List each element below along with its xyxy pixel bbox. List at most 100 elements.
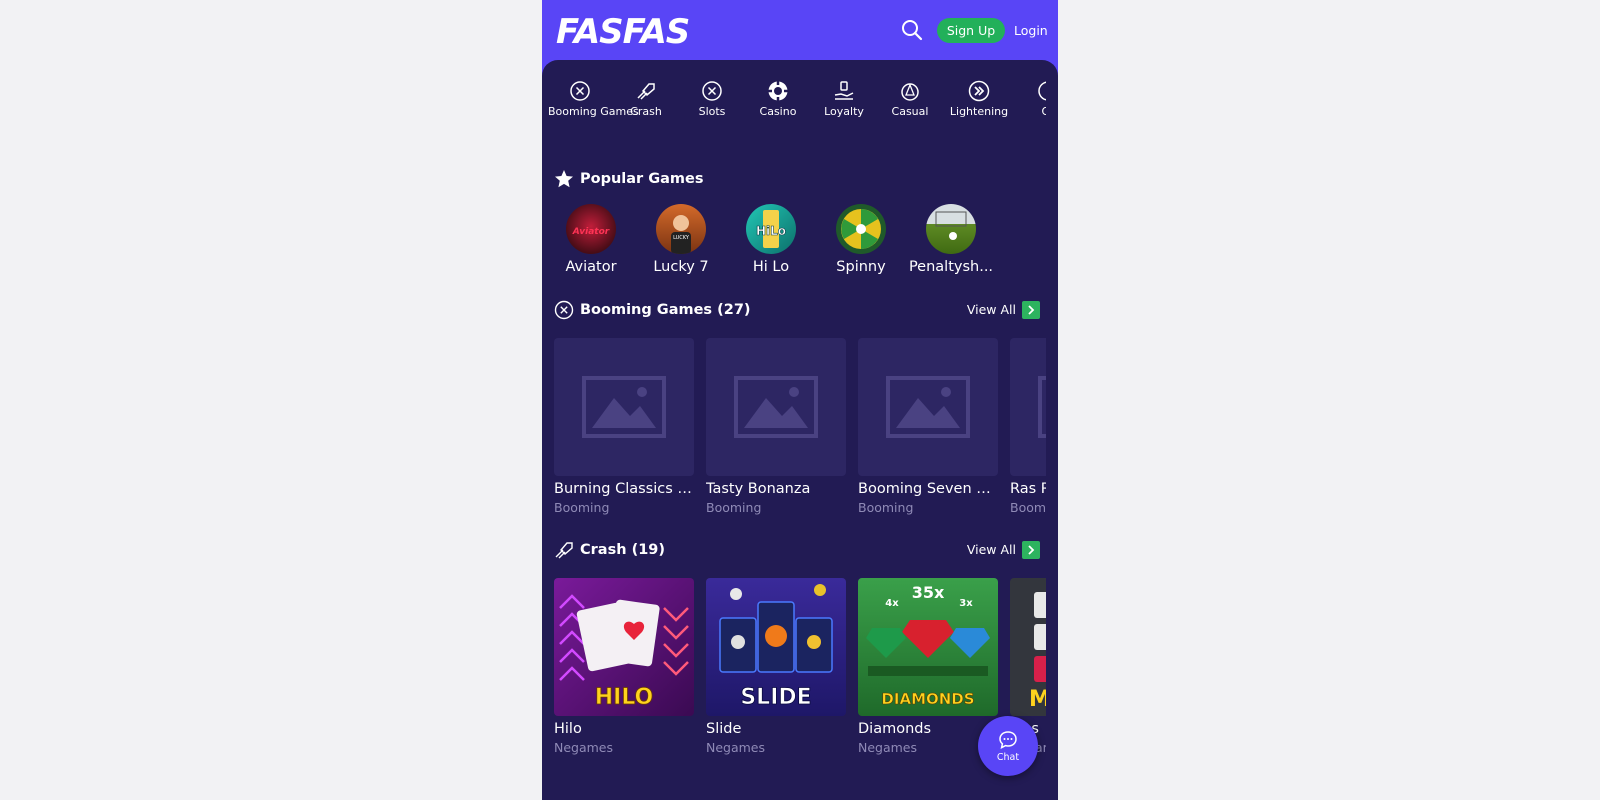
svg-text:35x: 35x [912,583,945,602]
game-avatar [836,204,886,254]
game-card[interactable]: SLIDE Slide Negames [706,578,846,755]
svg-text:HILO: HILO [595,685,654,710]
game-name: Spinny [836,259,886,275]
game-name: Aviator [565,259,617,275]
popular-game-aviator[interactable]: Aviator Aviator [545,204,637,275]
category-other[interactable]: Ot [1016,80,1046,118]
game-avatar [926,204,976,254]
top-bar: FASFAS Sign Up Login [542,0,1058,62]
game-thumbnail: M [1010,578,1046,716]
svg-text:HiLo: HiLo [756,224,786,238]
game-card[interactable]: Ras R Boom [1010,338,1046,515]
category-casual[interactable]: Casual [878,80,942,118]
chat-button[interactable]: Chat [978,716,1038,776]
game-thumbnail: HILO [554,578,694,716]
game-card[interactable]: Burning Classics 5... Booming [554,338,694,515]
game-provider: Negames [706,740,766,755]
svg-text:Aviator: Aviator [572,227,610,237]
svg-text:4x: 4x [885,598,899,609]
game-provider: Booming [554,500,610,515]
game-name: Penaltysh... [908,259,994,275]
game-name: Lucky 7 [653,259,709,275]
chevron-right-icon [1022,301,1040,319]
game-thumbnail: 35x 4x 3x DIAMONDS [858,578,998,716]
game-card[interactable]: Booming Seven D... Booming [858,338,998,515]
category-booming-games[interactable]: Booming Games [548,80,639,118]
category-loyalty[interactable]: Loyalty [812,80,876,118]
category-label: Loyalty [824,105,864,118]
game-title: Booming Seven D... [858,481,998,497]
game-provider: Booming [858,500,914,515]
game-card[interactable]: Tasty Bonanza Booming [706,338,846,515]
sign-up-button[interactable]: Sign Up [937,18,1005,43]
game-title: Ras R [1010,481,1046,497]
svg-text:FASFAS: FASFAS [556,12,689,48]
game-card[interactable]: HILO Hilo Negames [554,578,694,755]
view-all-label: View All [966,542,1016,557]
category-lightening[interactable]: Lightening [944,80,1014,118]
image-placeholder-icon [734,376,818,438]
category-slots[interactable]: Slots [680,80,744,118]
popular-game-spinny[interactable]: Spinny [815,204,907,275]
popular-games-title: Popular Games [554,168,704,190]
chat-label: Chat [996,752,1020,763]
game-avatar: Aviator [566,204,616,254]
section-title-text: Booming Games (27) [580,302,751,318]
crash-games-row: HILO Hilo Negames SLIDE Slide Negames 35… [554,578,1046,758]
popular-game-penaltyshoot[interactable]: Penaltysh... [905,204,997,275]
game-avatar: LUCKY [656,204,706,254]
game-title: Diamonds [858,721,932,737]
category-label: Ot [1041,105,1047,118]
other-icon [1038,81,1046,101]
category-label: Casino [759,105,797,118]
game-provider: Negames [858,740,918,755]
category-label: Casual [891,105,929,118]
image-placeholder-icon [582,376,666,438]
game-title: Hilo [554,721,582,737]
game-avatar: HiLo [746,204,796,254]
slots-icon [702,81,722,101]
svg-text:3x: 3x [959,598,973,609]
booming-view-all-button[interactable]: View All [967,301,1040,319]
rocket-icon [637,83,655,100]
fasfas-logo[interactable]: FASFAS [554,12,754,48]
svg-text:M: M [1029,687,1046,712]
image-placeholder-icon [1038,376,1046,438]
casino-chip-icon [768,81,788,101]
category-crash[interactable]: Crash [614,80,678,118]
view-all-label: View All [966,302,1016,317]
booming-games-row: Burning Classics 5... Booming Tasty Bona… [554,338,1046,518]
search-icon[interactable] [900,18,924,42]
loyalty-icon [834,81,854,100]
game-thumbnail-placeholder [1010,338,1046,476]
game-provider: Booming [706,500,762,515]
svg-text:DIAMONDS: DIAMONDS [881,690,974,708]
rocket-icon [555,542,573,559]
category-strip[interactable]: Booming Games Crash Slots Casino Loyalty… [548,80,1046,140]
game-provider: Negames [554,740,614,755]
section-title-text: Crash (19) [580,542,666,558]
booming-icon [570,81,590,101]
game-thumbnail-placeholder [706,338,846,476]
game-title: Slide [706,721,742,737]
category-casino[interactable]: Casino [746,80,810,118]
chat-bubble-icon [999,731,1017,749]
chevron-right-icon [1022,541,1040,559]
game-title: Burning Classics 5... [554,481,694,497]
popular-game-lucky-7[interactable]: LUCKY Lucky 7 [635,204,727,275]
crash-title: Crash (19) [554,539,665,561]
popular-game-hi-lo[interactable]: HiLo Hi Lo [725,204,817,275]
lightening-icon [968,80,990,102]
game-card[interactable]: 35x 4x 3x DIAMONDS Diamonds Negames [858,578,998,755]
booming-icon [554,300,574,320]
category-label: Crash [630,105,662,118]
main-panel: Booming Games Crash Slots Casino Loyalty… [542,60,1058,800]
crash-view-all-button[interactable]: View All [967,541,1040,559]
game-thumbnail: SLIDE [706,578,846,716]
login-link[interactable]: Login [1014,18,1048,43]
app-frame: FASFAS Sign Up Login Booming Games Crash… [542,0,1058,800]
star-icon [555,170,573,188]
booming-games-title: Booming Games (27) [554,299,751,321]
image-placeholder-icon [886,376,970,438]
game-title: Tasty Bonanza [706,481,811,497]
